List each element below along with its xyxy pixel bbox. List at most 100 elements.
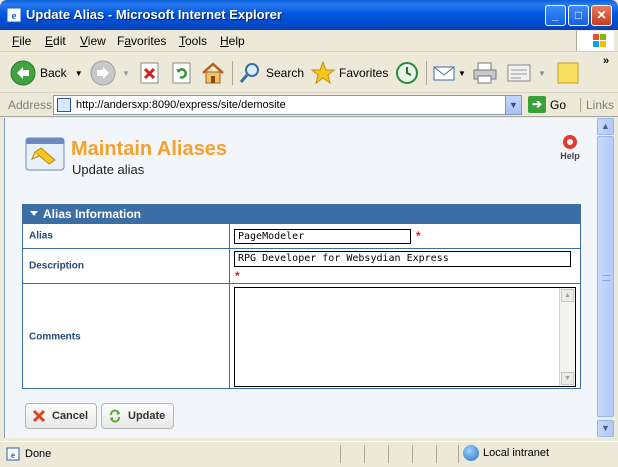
links-label[interactable]: Links	[580, 98, 614, 112]
maximize-button[interactable]: □	[568, 5, 589, 26]
close-button[interactable]: ✕	[591, 5, 612, 26]
panel-title: Alias Information	[43, 207, 142, 221]
help-link[interactable]: Help	[558, 135, 582, 161]
required-marker: *	[416, 229, 421, 243]
address-input[interactable]: http://andersxp:8090/express/site/demosi…	[53, 95, 522, 115]
comments-scrollbar[interactable]: ▲ ▼	[559, 288, 575, 386]
window-title: Update Alias - Microsoft Internet Explor…	[26, 7, 282, 22]
history-icon	[396, 62, 418, 84]
alias-information-panel: Alias Information Alias PageModeler * De…	[22, 204, 581, 389]
alias-label-text: Alias	[29, 230, 53, 242]
home-icon	[202, 62, 224, 84]
go-label: Go	[550, 97, 567, 112]
search-icon	[239, 63, 259, 83]
menu-help[interactable]: Help	[220, 34, 245, 48]
back-dropdown-icon[interactable]: ▼	[75, 69, 83, 78]
forward-arrow-icon	[90, 60, 116, 86]
toolbar-overflow-icon[interactable]: »	[603, 55, 609, 67]
menu-file[interactable]: File	[12, 34, 31, 48]
zone-label: Local intranet	[483, 447, 550, 459]
favorites-button[interactable]: Favorites	[310, 59, 388, 87]
update-button[interactable]: Update	[101, 403, 175, 429]
mail-button[interactable]: ▼	[432, 59, 466, 87]
menu-file-rest: ile	[19, 34, 32, 48]
menu-bar: File Edit View Favorites Tools Help	[0, 30, 618, 52]
page-subtitle: Update alias	[72, 162, 145, 177]
mail-dropdown-icon[interactable]: ▼	[458, 69, 466, 78]
comments-label: Comments	[23, 284, 230, 389]
go-button[interactable]: ➔ Go	[528, 96, 566, 113]
security-zone: Local intranet	[463, 445, 549, 461]
back-arrow-icon	[10, 60, 36, 86]
panel-header[interactable]: Alias Information	[23, 205, 580, 223]
menu-favorites[interactable]: Favorites	[117, 34, 166, 48]
back-button[interactable]: Back ▼	[10, 59, 83, 87]
windows-logo	[576, 31, 614, 51]
forward-button[interactable]: ▼	[90, 59, 130, 87]
alias-input[interactable]: PageModeler	[234, 229, 411, 244]
minimize-button[interactable]: _	[545, 5, 566, 26]
scroll-up-icon[interactable]: ▲	[597, 118, 614, 135]
menu-view[interactable]: View	[80, 34, 106, 48]
cancel-label: Cancel	[52, 410, 89, 422]
toolbar-separator	[232, 61, 233, 85]
menu-tools-rest: ools	[185, 34, 208, 48]
cancel-button[interactable]: Cancel	[25, 403, 98, 429]
page-scrollbar[interactable]: ▲ ▼	[597, 118, 614, 438]
back-label: Back	[40, 66, 67, 80]
address-label: Address	[8, 98, 53, 112]
favorites-star-icon	[310, 60, 336, 85]
menu-edit[interactable]: Edit	[45, 34, 66, 48]
stop-icon	[140, 62, 159, 84]
page-title: Maintain Aliases	[71, 138, 227, 160]
toolbar: Back ▼ ▼ Search Favorites ▼ ▼ »	[0, 53, 618, 93]
menu-edit-key: E	[45, 34, 54, 48]
description-input[interactable]: RPG Developer for Websydian Express	[234, 251, 571, 267]
status-divider	[458, 445, 459, 463]
status-text: Done	[25, 448, 52, 460]
address-dropdown-icon[interactable]: ▼	[505, 96, 521, 114]
svg-text:e: e	[11, 450, 15, 460]
menu-favorites-rest: vorites	[131, 34, 167, 48]
update-label: Update	[128, 410, 166, 422]
update-refresh-icon	[110, 409, 120, 423]
ie-page-icon: e	[6, 7, 22, 23]
scroll-up-icon[interactable]: ▲	[561, 289, 574, 302]
search-label: Search	[266, 66, 305, 80]
cancel-x-icon	[32, 409, 46, 423]
printer-icon	[473, 62, 497, 84]
status-divider	[388, 445, 389, 463]
comments-textarea[interactable]: ▲ ▼	[234, 287, 576, 387]
description-row: Description RPG Developer for Websydian …	[23, 248, 580, 283]
required-marker: *	[235, 269, 240, 283]
description-label-text: Description	[29, 260, 85, 272]
scroll-grip	[602, 275, 610, 281]
mail-icon	[433, 66, 455, 81]
home-button[interactable]	[200, 59, 226, 87]
windows-flag-icon	[593, 34, 606, 47]
stop-button[interactable]	[138, 59, 162, 87]
edit-dropdown-icon[interactable]: ▼	[538, 69, 546, 78]
menu-tools[interactable]: Tools	[179, 34, 207, 48]
description-label: Description	[23, 249, 230, 283]
collapse-triangle-icon[interactable]	[30, 211, 38, 216]
history-button[interactable]	[394, 59, 420, 87]
comments-label-text: Comments	[29, 331, 81, 342]
alias-page-icon	[25, 137, 65, 171]
alias-label: Alias	[23, 224, 230, 248]
address-url[interactable]: http://andersxp:8090/express/site/demosi…	[76, 99, 286, 111]
intranet-globe-icon	[463, 445, 479, 461]
scroll-down-icon[interactable]: ▼	[597, 420, 614, 437]
scroll-down-icon[interactable]: ▼	[561, 372, 574, 385]
edit-button[interactable]: ▼	[506, 59, 546, 87]
print-button[interactable]	[472, 59, 498, 87]
search-button[interactable]: Search	[238, 59, 304, 87]
note-icon	[557, 62, 579, 84]
favorites-label: Favorites	[339, 66, 389, 80]
scroll-thumb[interactable]	[597, 136, 614, 417]
refresh-button[interactable]	[170, 59, 194, 87]
edit-page-icon	[507, 64, 531, 82]
forward-dropdown-icon[interactable]: ▼	[122, 69, 130, 78]
messenger-button[interactable]	[556, 59, 580, 87]
page-done-icon: e	[6, 447, 20, 461]
